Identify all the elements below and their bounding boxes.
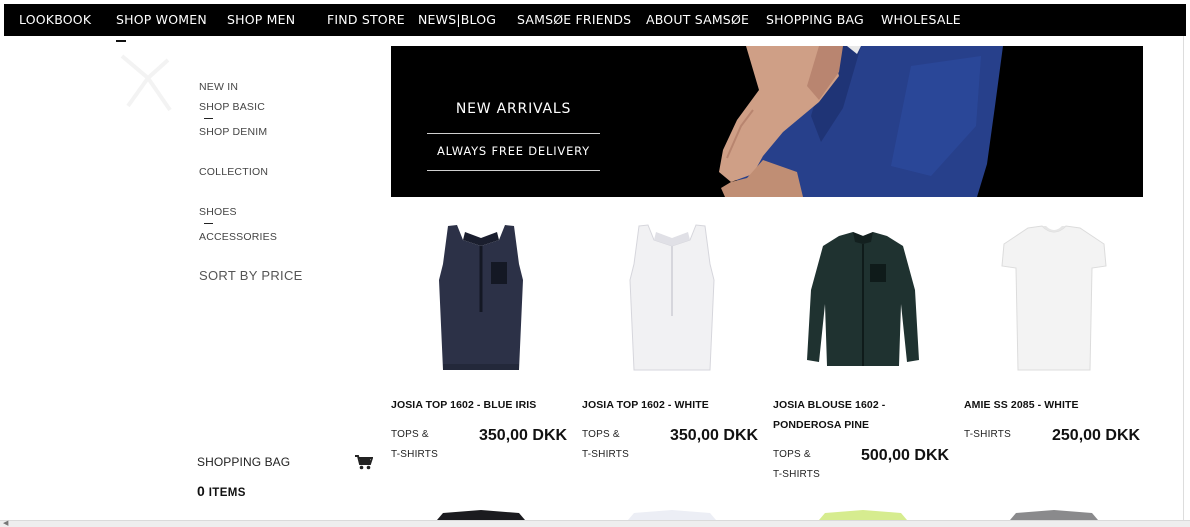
product-category-line: T-SHIRTS bbox=[964, 429, 1011, 440]
product-category[interactable]: TOPS & T-SHIRTS bbox=[773, 445, 843, 485]
product-name[interactable]: JOSIA TOP 1602 - WHITE bbox=[582, 395, 762, 415]
bag-count-unit: ITEMS bbox=[208, 487, 246, 499]
product-category-line: T-SHIRTS bbox=[773, 469, 820, 480]
product-category[interactable]: TOPS & T-SHIRTS bbox=[391, 425, 461, 465]
promo-banner[interactable] bbox=[391, 46, 1143, 197]
product-category-line: TOPS & bbox=[773, 449, 811, 460]
shopping-bag-label[interactable]: SHOPPING BAG bbox=[197, 455, 290, 469]
banner-headline[interactable]: NEW ARRIVALS bbox=[427, 101, 600, 117]
bag-item-count: 0 ITEMS bbox=[197, 483, 246, 499]
nav-shop-men[interactable]: SHOP MEN bbox=[227, 4, 295, 36]
product-name-line: PONDEROSA PINE bbox=[773, 419, 870, 431]
sidebar-link-shop-basic[interactable]: SHOP BASIC bbox=[199, 101, 265, 113]
product-category-line: TOPS & bbox=[391, 429, 429, 440]
sort-by-price-link[interactable]: SORT BY PRICE bbox=[199, 268, 303, 283]
product-image-next-row[interactable] bbox=[391, 504, 571, 520]
product-name-line: JOSIA BLOUSE 1602 - bbox=[773, 399, 886, 411]
sidebar-link-collection[interactable]: COLLECTION bbox=[199, 166, 268, 178]
sidebar-active-marker bbox=[204, 118, 213, 119]
nav-find-store[interactable]: FIND STORE bbox=[327, 4, 405, 36]
nav-wholesale[interactable]: WHOLESALE bbox=[881, 4, 961, 36]
sidebar-link-shoes[interactable]: SHOES bbox=[199, 206, 237, 218]
faint-logo-watermark bbox=[120, 54, 172, 112]
sidebar-active-marker bbox=[204, 223, 213, 224]
product-name[interactable]: JOSIA BLOUSE 1602 - PONDEROSA PINE bbox=[773, 395, 953, 435]
product-category-line: TOPS & bbox=[582, 429, 620, 440]
product-name[interactable]: JOSIA TOP 1602 - BLUE IRIS bbox=[391, 395, 571, 415]
nav-news-blog[interactable]: NEWS|BLOG bbox=[418, 4, 496, 36]
product-price: 350,00 DKK bbox=[479, 427, 568, 444]
product-image-next-row[interactable] bbox=[964, 504, 1144, 520]
nav-samsoe-friends[interactable]: SAMSØE FRIENDS bbox=[517, 4, 631, 36]
product-image-next-row[interactable] bbox=[773, 504, 953, 520]
product-image-sleeveless-top[interactable] bbox=[391, 220, 571, 380]
product-category[interactable]: T-SHIRTS bbox=[964, 425, 1034, 445]
banner-subline[interactable]: ALWAYS FREE DELIVERY bbox=[427, 144, 600, 158]
sidebar-link-accessories[interactable]: ACCESSORIES bbox=[199, 231, 277, 243]
top-navigation: LOOKBOOK SHOP WOMEN SHOP MEN FIND STORE … bbox=[4, 4, 1186, 36]
nav-about-samsoe[interactable]: ABOUT SAMSØE bbox=[646, 4, 749, 36]
product-price: 250,00 DKK bbox=[1052, 427, 1141, 444]
product-price: 500,00 DKK bbox=[861, 447, 950, 464]
nav-lookbook[interactable]: LOOKBOOK bbox=[19, 4, 91, 36]
banner-divider bbox=[427, 170, 600, 171]
sidebar-link-new-in[interactable]: NEW IN bbox=[199, 81, 238, 93]
product-image-tshirt[interactable] bbox=[964, 220, 1144, 380]
product-image-sleeveless-top[interactable] bbox=[582, 220, 762, 380]
product-category-line: T-SHIRTS bbox=[391, 449, 438, 460]
banner-divider bbox=[427, 133, 600, 134]
nav-shop-women[interactable]: SHOP WOMEN bbox=[116, 4, 207, 36]
nav-shopping-bag[interactable]: SHOPPING BAG bbox=[766, 4, 864, 36]
cart-icon[interactable] bbox=[355, 454, 373, 470]
banner-model-photo bbox=[391, 46, 1143, 197]
product-image-next-row[interactable] bbox=[582, 504, 762, 520]
product-category[interactable]: TOPS & T-SHIRTS bbox=[582, 425, 652, 465]
active-nav-indicator bbox=[116, 40, 126, 42]
sidebar-link-shop-denim[interactable]: SHOP DENIM bbox=[199, 126, 267, 138]
product-category-line: T-SHIRTS bbox=[582, 449, 629, 460]
product-image-long-sleeve-blouse[interactable] bbox=[773, 220, 953, 380]
page-edge-divider bbox=[1183, 36, 1184, 520]
product-price: 350,00 DKK bbox=[670, 427, 759, 444]
product-name[interactable]: AMIE SS 2085 - WHITE bbox=[964, 395, 1144, 415]
bag-count-number: 0 bbox=[197, 483, 205, 499]
